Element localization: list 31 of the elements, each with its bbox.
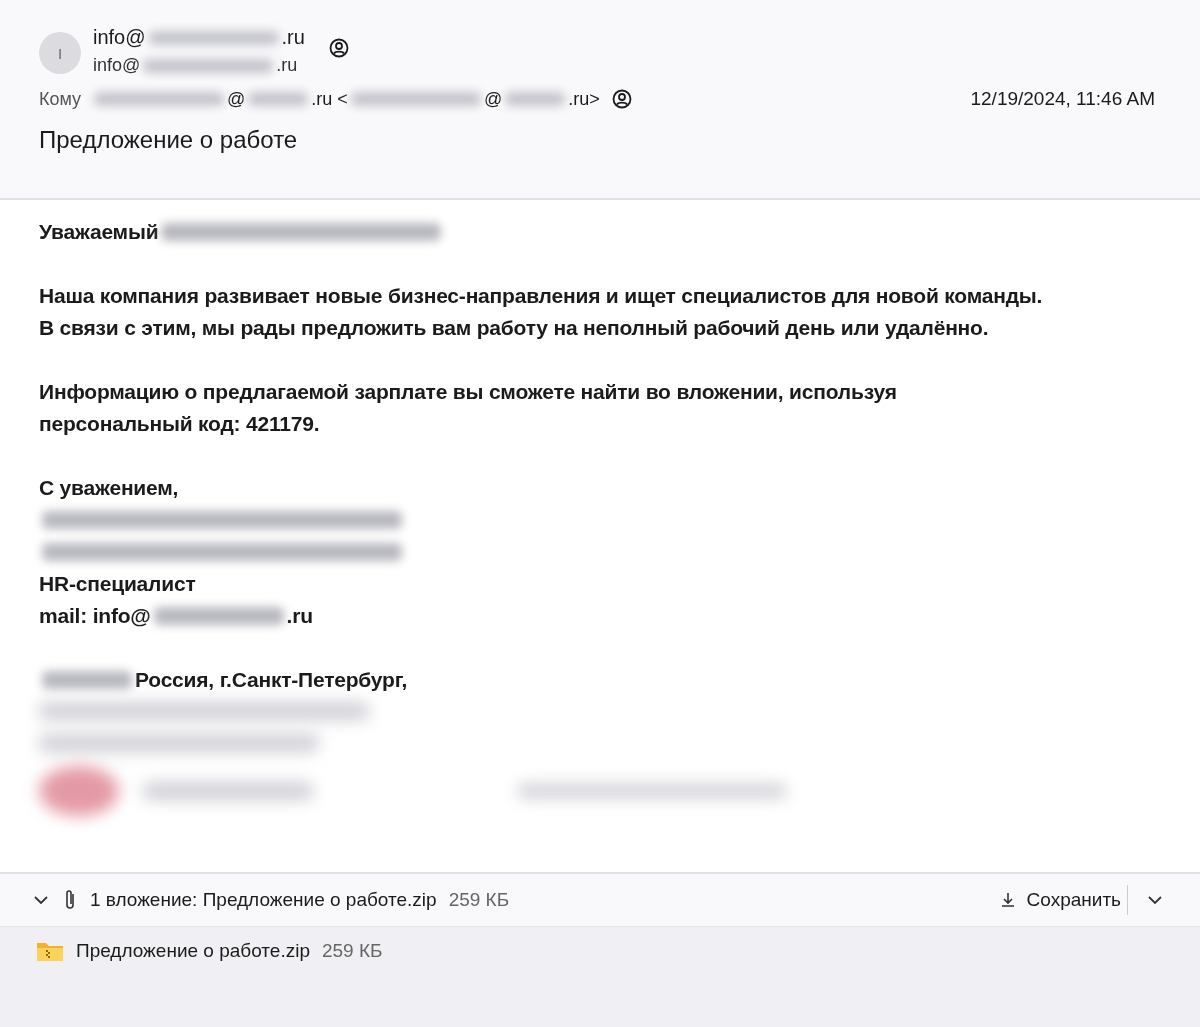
message-text: персональный код: 421179. [39,412,320,436]
recipient-address: @ [227,88,246,110]
sender-address: .ru [276,55,298,76]
attachment-summary: 1 вложение: Предложение о работе.zip [90,889,437,911]
message-text: Наша компания развивает новые бизнес-направления и ищет специалистов для новой команды. [39,284,1043,308]
recipient-address: .ru < [311,88,348,110]
message-text: С уважением, [39,476,179,500]
save-button[interactable]: Сохранить [992,885,1128,915]
message-text: Россия, г.Санкт-Петербург, [135,668,408,692]
message-text: Информацию о предлагаемой зарплате вы сможете найти во вложении, используя [39,380,897,404]
recipient-address: .ru> [568,88,600,110]
recipient-address: @ [483,88,503,110]
message-subject: Предложение о работе [39,126,299,154]
attachment-size: 259 КБ [322,940,383,962]
sender-name: info@ [93,26,146,49]
message-text: HR-специалист [39,572,196,596]
message-text: mail: info@ [39,604,151,628]
avatar: I [39,32,81,74]
redacted-text [248,92,309,106]
attachment-size: 259 КБ [448,889,510,911]
message-text: Уважаемый [39,220,159,244]
redacted-text [505,92,566,106]
sender-name: .ru [281,26,305,49]
attachment-name[interactable]: Предложение о работе.zip [76,940,310,962]
contact-icon[interactable] [611,89,632,109]
to-label: Кому [39,88,82,110]
sender-address: info@ [93,55,141,76]
message-text: В связи с этим, мы рады предложить вам работу на неполный рабочий день или удалённо. [39,316,989,340]
message-text: .ru [286,604,313,628]
message-date: 12/19/2024, 11:46 AM [970,88,1155,110]
contact-icon[interactable] [328,38,349,58]
